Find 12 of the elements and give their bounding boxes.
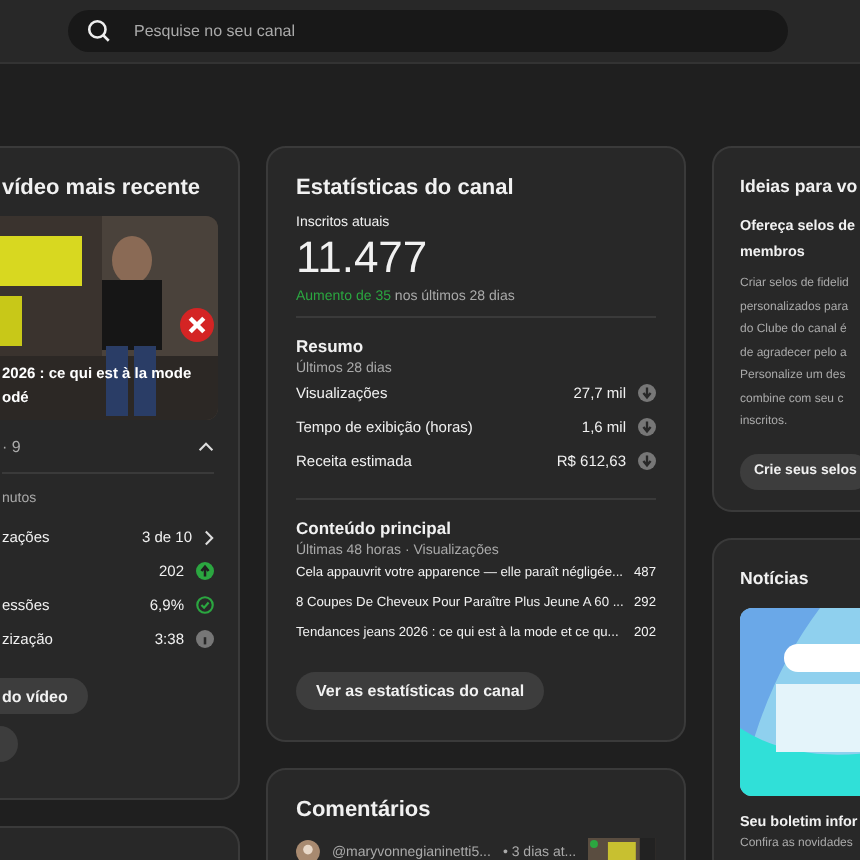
section-title: Resumo xyxy=(296,336,366,356)
search-field[interactable]: Pesquise no seu canal xyxy=(68,10,788,52)
section-title: Conteúdo principal xyxy=(296,518,453,538)
card-title: Estatísticas do canal xyxy=(296,176,516,200)
card-title: Notícias xyxy=(740,568,811,588)
card-title: Comentários xyxy=(296,798,433,822)
card-title: vídeo mais recente xyxy=(2,176,203,200)
card-title: Ideias para vo xyxy=(740,176,860,196)
subscriber-count: 11.477 xyxy=(296,232,430,284)
stats-button[interactable]: Ver as estatísticas do canal xyxy=(296,672,545,710)
video-meta: · 9 xyxy=(2,438,21,456)
action-button[interactable]: do vídeo xyxy=(0,678,88,714)
